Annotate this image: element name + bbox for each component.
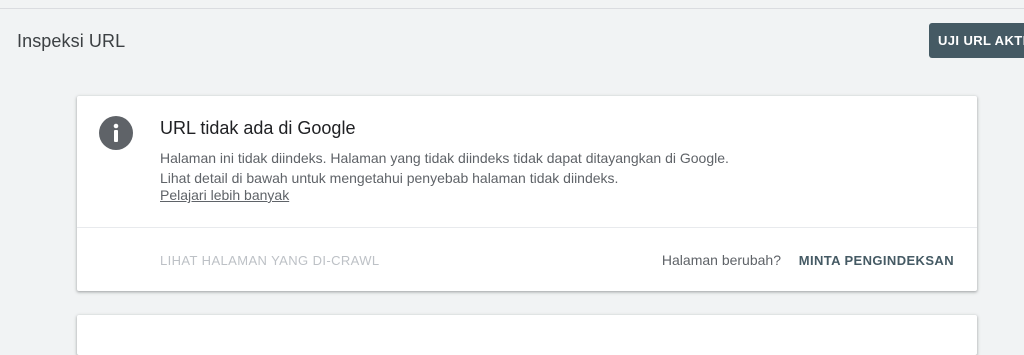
top-divider (0, 8, 1024, 9)
learn-more-link[interactable]: Pelajari lebih banyak (160, 186, 289, 204)
url-status-card: URL tidak ada di Google Halaman ini tida… (77, 96, 977, 291)
request-indexing-button[interactable]: MINTA PENGINDEKSAN (799, 253, 954, 268)
page-changed-text: Halaman berubah? (661, 252, 781, 268)
next-card (77, 315, 977, 355)
status-description: Halaman ini tidak diindeks. Halaman yang… (160, 150, 729, 186)
card-divider (77, 227, 977, 228)
view-crawled-page-button[interactable]: LIHAT HALAMAN YANG DI-CRAWL (160, 253, 380, 268)
status-title: URL tidak ada di Google (160, 118, 356, 138)
page-title: Inspeksi URL (17, 31, 126, 51)
info-icon (99, 116, 133, 150)
test-live-url-button[interactable]: UJI URL AKTIF (929, 23, 1024, 58)
